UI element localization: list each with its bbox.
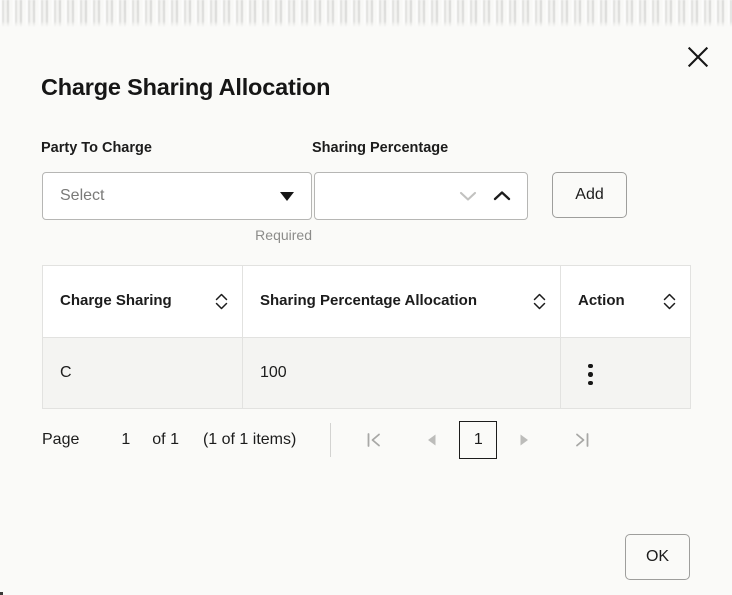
blurred-page-backdrop bbox=[0, 0, 732, 27]
chevron-down-icon bbox=[280, 192, 294, 201]
column-header-sharing-percentage-allocation[interactable]: Sharing Percentage Allocation bbox=[243, 266, 561, 338]
table-header-row: Charge Sharing Sharing Percentage Alloca… bbox=[43, 266, 691, 338]
page-title: Charge Sharing Allocation bbox=[41, 74, 330, 101]
pagination-divider bbox=[330, 423, 331, 457]
add-button[interactable]: Add bbox=[552, 172, 627, 218]
column-header-charge-sharing[interactable]: Charge Sharing bbox=[43, 266, 243, 338]
sharing-percentage-stepper[interactable] bbox=[314, 172, 528, 220]
sharing-percentage-label: Sharing Percentage bbox=[312, 140, 448, 156]
chevron-up-icon bbox=[492, 189, 512, 203]
stepper-decrement-button[interactable] bbox=[455, 181, 481, 211]
pagination-current-page: 1 bbox=[121, 431, 130, 449]
stepper-increment-button[interactable] bbox=[489, 181, 515, 211]
charge-sharing-table: Charge Sharing Sharing Percentage Alloca… bbox=[42, 265, 691, 409]
cell-sharing-percentage-allocation: 100 bbox=[243, 338, 561, 409]
party-to-charge-helper-text: Required bbox=[42, 227, 312, 243]
column-header-label: Charge Sharing bbox=[60, 292, 172, 310]
more-dot bbox=[588, 364, 593, 369]
pagination-previous-page-button[interactable] bbox=[415, 425, 449, 455]
first-page-icon bbox=[365, 431, 383, 449]
pagination-first-page-button[interactable] bbox=[357, 425, 391, 455]
party-to-charge-selected-value: Select bbox=[60, 188, 280, 204]
chevron-down-icon bbox=[458, 189, 478, 203]
close-button[interactable] bbox=[681, 40, 715, 74]
more-dot bbox=[588, 381, 593, 386]
sort-icon[interactable] bbox=[533, 293, 546, 310]
ok-button[interactable]: OK bbox=[625, 534, 690, 580]
cell-charge-sharing: C bbox=[43, 338, 243, 409]
chevron-left-triangle-icon bbox=[424, 432, 440, 448]
party-to-charge-label: Party To Charge bbox=[41, 140, 152, 156]
party-to-charge-select[interactable]: Select bbox=[42, 172, 312, 220]
column-header-label: Sharing Percentage Allocation bbox=[260, 292, 477, 310]
pagination-items-summary: (1 of 1 items) bbox=[203, 431, 296, 449]
pagination-page-label: Page bbox=[42, 431, 79, 449]
pagination-page-1-button[interactable]: 1 bbox=[459, 421, 497, 459]
close-icon bbox=[687, 46, 709, 68]
pagination-last-page-button[interactable] bbox=[565, 425, 599, 455]
more-vertical-icon[interactable] bbox=[578, 358, 603, 392]
pagination-total-pages: of 1 bbox=[152, 431, 179, 449]
sort-icon[interactable] bbox=[215, 293, 228, 310]
sharing-percentage-input[interactable] bbox=[329, 187, 455, 205]
table-row: C 100 bbox=[43, 338, 691, 409]
column-header-action[interactable]: Action bbox=[561, 266, 691, 338]
pagination-next-page-button[interactable] bbox=[507, 425, 541, 455]
sort-icon[interactable] bbox=[663, 293, 676, 310]
column-header-label: Action bbox=[578, 292, 625, 310]
chevron-right-triangle-icon bbox=[516, 432, 532, 448]
pagination: Page 1 of 1 (1 of 1 items) 1 bbox=[42, 421, 690, 459]
charge-sharing-allocation-dialog: Charge Sharing Allocation Party To Charg… bbox=[0, 27, 732, 595]
more-dot bbox=[588, 372, 593, 377]
last-page-icon bbox=[573, 431, 591, 449]
cell-action bbox=[561, 338, 691, 409]
